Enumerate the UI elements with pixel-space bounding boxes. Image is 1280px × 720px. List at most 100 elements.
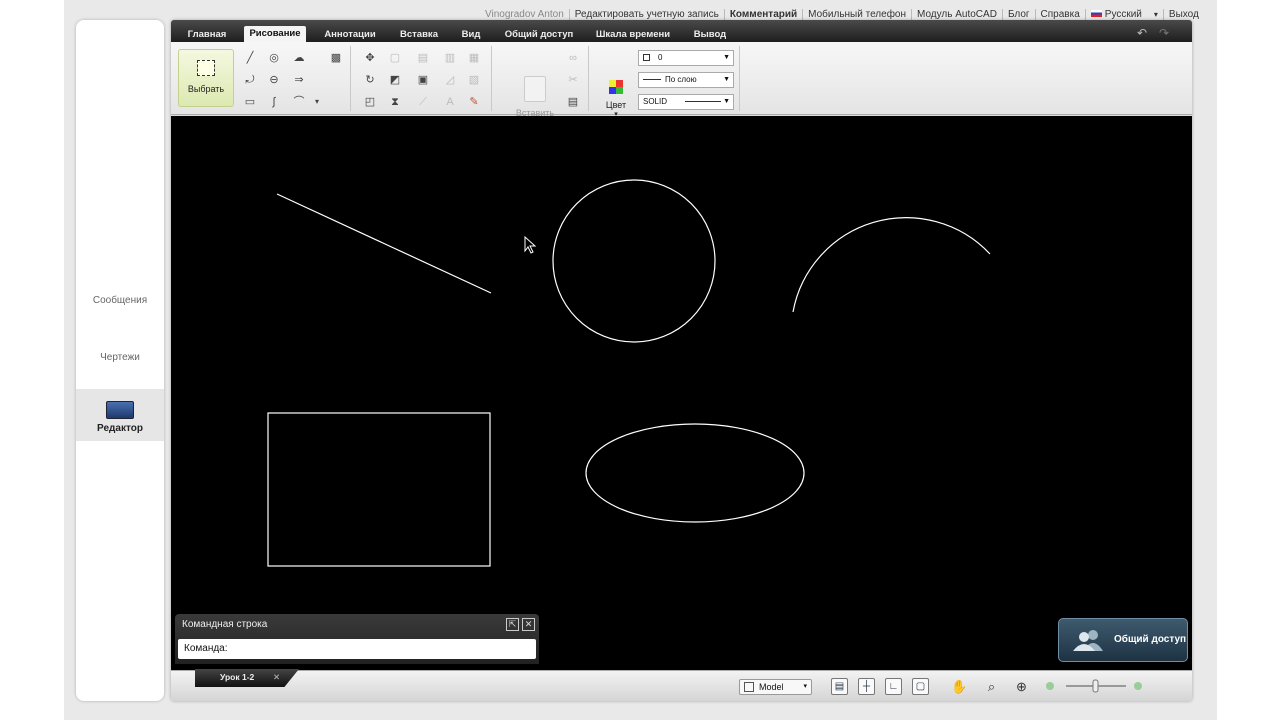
cloud-icon[interactable]: ☁	[292, 51, 306, 65]
trim-icon[interactable]: ◩	[388, 73, 402, 87]
offset-icon[interactable]: ▧	[467, 73, 481, 87]
stretch-icon[interactable]: ▤	[416, 51, 430, 65]
chevron-down-icon: ▾	[803, 683, 807, 690]
nav-editor[interactable]: Редактор	[76, 389, 164, 441]
tab-insert[interactable]: Вставка	[394, 27, 444, 42]
tab-timeline[interactable]: Шкала времени	[593, 27, 673, 42]
drawn-line[interactable]	[276, 193, 492, 294]
line-sample-icon	[643, 79, 661, 81]
explode-icon[interactable]: ◰	[363, 95, 377, 109]
ortho-icon[interactable]: ∟	[885, 678, 902, 695]
undo-icon[interactable]: ↶	[1137, 26, 1147, 40]
drawn-arc[interactable]	[792, 217, 991, 313]
cut-icon[interactable]: ✂	[566, 73, 580, 87]
arc-icon[interactable]: ⌒	[292, 95, 306, 109]
hand-icon[interactable]: ✋	[951, 678, 968, 695]
tab-annotations[interactable]: Аннотации	[318, 27, 382, 42]
bottom-bar: Урок 1-2 ✕ Model ▾ ▤ ┼ ∟ ▢ ✋ ⌕ ⊕	[171, 669, 1192, 701]
top-links: Vinogradov Anton Редактировать учетную з…	[480, 7, 1204, 21]
close-icon[interactable]: ✕	[522, 618, 535, 631]
russian-flag-icon	[1090, 10, 1102, 18]
language-select[interactable]: Русский ▾	[1084, 8, 1163, 20]
tab-draw[interactable]: Рисование	[244, 26, 306, 42]
ellipse-icon[interactable]: ⊖	[267, 73, 281, 87]
extend-icon[interactable]: ▣	[416, 73, 430, 87]
copy-icon[interactable]: ▢	[388, 51, 402, 65]
chevron-down-icon: ▼	[723, 54, 730, 61]
model-tab-label: Model	[759, 682, 784, 692]
tab-output[interactable]: Вывод	[690, 27, 730, 42]
model-grid-icon	[744, 682, 754, 692]
grid-icon[interactable]: ▢	[912, 678, 929, 695]
circle-icon[interactable]: ◎	[267, 51, 281, 65]
layer-dropdown[interactable]: 0 ▼	[638, 50, 734, 66]
left-nav: Сообщения Чертежи Редактор	[76, 20, 164, 701]
tab-home[interactable]: Главная	[181, 27, 233, 42]
select-icon	[197, 60, 215, 76]
link-icon[interactable]: ∞	[566, 51, 580, 65]
drawn-rectangle[interactable]	[267, 412, 491, 567]
command-line-panel: Командная строка ⇱ ✕ Команда:	[175, 614, 539, 664]
drawn-ellipse[interactable]	[585, 423, 805, 523]
top-link-blog[interactable]: Блог	[1001, 8, 1035, 20]
paste-icon	[524, 76, 546, 102]
model-tab-dropdown[interactable]: Model ▾	[739, 679, 812, 695]
color-button[interactable]: Цвет ▾	[603, 80, 629, 118]
zoom-slider[interactable]	[1046, 679, 1142, 693]
lineweight-dropdown[interactable]: SOLID ▼	[638, 94, 734, 110]
match-properties-icon[interactable]: ✎	[467, 95, 481, 109]
top-link-autocad-module[interactable]: Модуль AutoCAD	[911, 8, 1002, 20]
drawn-circle[interactable]	[552, 179, 716, 343]
linetype-dropdown[interactable]: По слою ▼	[638, 72, 734, 88]
dock-icon[interactable]: ⇱	[506, 618, 519, 631]
top-link-help[interactable]: Справка	[1034, 8, 1085, 20]
print-icon[interactable]: ▤	[831, 678, 848, 695]
array-icon[interactable]: ▦	[467, 51, 481, 65]
text-icon[interactable]: A	[443, 95, 457, 109]
document-tab[interactable]: Урок 1-2 ✕	[195, 669, 299, 687]
polyline-icon[interactable]: ⤾	[243, 73, 257, 87]
redo-icon[interactable]: ↷	[1159, 26, 1169, 40]
copy-clip-icon[interactable]: ▤	[566, 95, 580, 109]
chevron-down-icon[interactable]: ▾	[310, 95, 324, 109]
top-link-edit-account[interactable]: Редактировать учетную запись	[568, 8, 724, 20]
drawing-svg	[267, 179, 991, 567]
chevron-down-icon: ▾	[1153, 9, 1158, 19]
close-icon[interactable]: ✕	[273, 669, 280, 685]
zoom-extents-icon[interactable]: ⌕	[983, 678, 1000, 695]
paste-button[interactable]: Вставить	[509, 76, 561, 118]
move-icon[interactable]: ✥	[363, 51, 377, 65]
hatch-icon[interactable]: ▩	[329, 51, 343, 65]
drawing-canvas[interactable]	[171, 116, 1192, 670]
layer-value: 0	[658, 53, 663, 62]
color-label: Цвет	[605, 100, 627, 110]
line-icon[interactable]: ╱	[243, 51, 257, 65]
nav-messages[interactable]: Сообщения	[76, 295, 164, 306]
top-link-user[interactable]: Vinogradov Anton	[480, 9, 569, 20]
top-link-mobile[interactable]: Мобильный телефон	[802, 8, 911, 20]
zoom-icon[interactable]: ⊕	[1013, 678, 1030, 695]
fillet-icon[interactable]: ◿	[443, 73, 457, 87]
share-button[interactable]: Общий доступ	[1058, 618, 1188, 662]
tab-view[interactable]: Вид	[457, 27, 485, 42]
select-button[interactable]: Выбрать	[178, 49, 234, 107]
rectangle-icon[interactable]: ▭	[243, 95, 257, 109]
spline-icon[interactable]: ∫	[267, 95, 281, 109]
outer-right-margin	[1217, 0, 1280, 720]
tab-sharing[interactable]: Общий доступ	[499, 27, 579, 42]
chamfer-icon[interactable]: ⟋	[416, 95, 430, 109]
ribbon-panel: Выбрать ╱ ◎ ☁ ▩ ⤾ ⊖ ⇒ ▭ ∫ ⌒ ▾ ✥ ▢ ▤ ▥ ▦ …	[171, 42, 1192, 118]
top-link-comment[interactable]: Комментарий	[723, 8, 802, 20]
mirror-icon[interactable]: ⧗	[388, 95, 402, 109]
snap-icon[interactable]: ┼	[858, 678, 875, 695]
arrow-icon[interactable]: ⇒	[292, 73, 306, 87]
command-input[interactable]: Команда:	[178, 639, 536, 659]
scale-icon[interactable]: ▥	[443, 51, 457, 65]
nav-drawings[interactable]: Чертежи	[76, 352, 164, 363]
share-label: Общий доступ	[1114, 634, 1187, 645]
top-link-logout[interactable]: Выход	[1162, 8, 1204, 20]
editor-icon	[106, 401, 134, 419]
linetype-value: По слою	[665, 75, 697, 84]
chevron-down-icon: ▼	[723, 76, 730, 83]
rotate-icon[interactable]: ↻	[363, 73, 377, 87]
